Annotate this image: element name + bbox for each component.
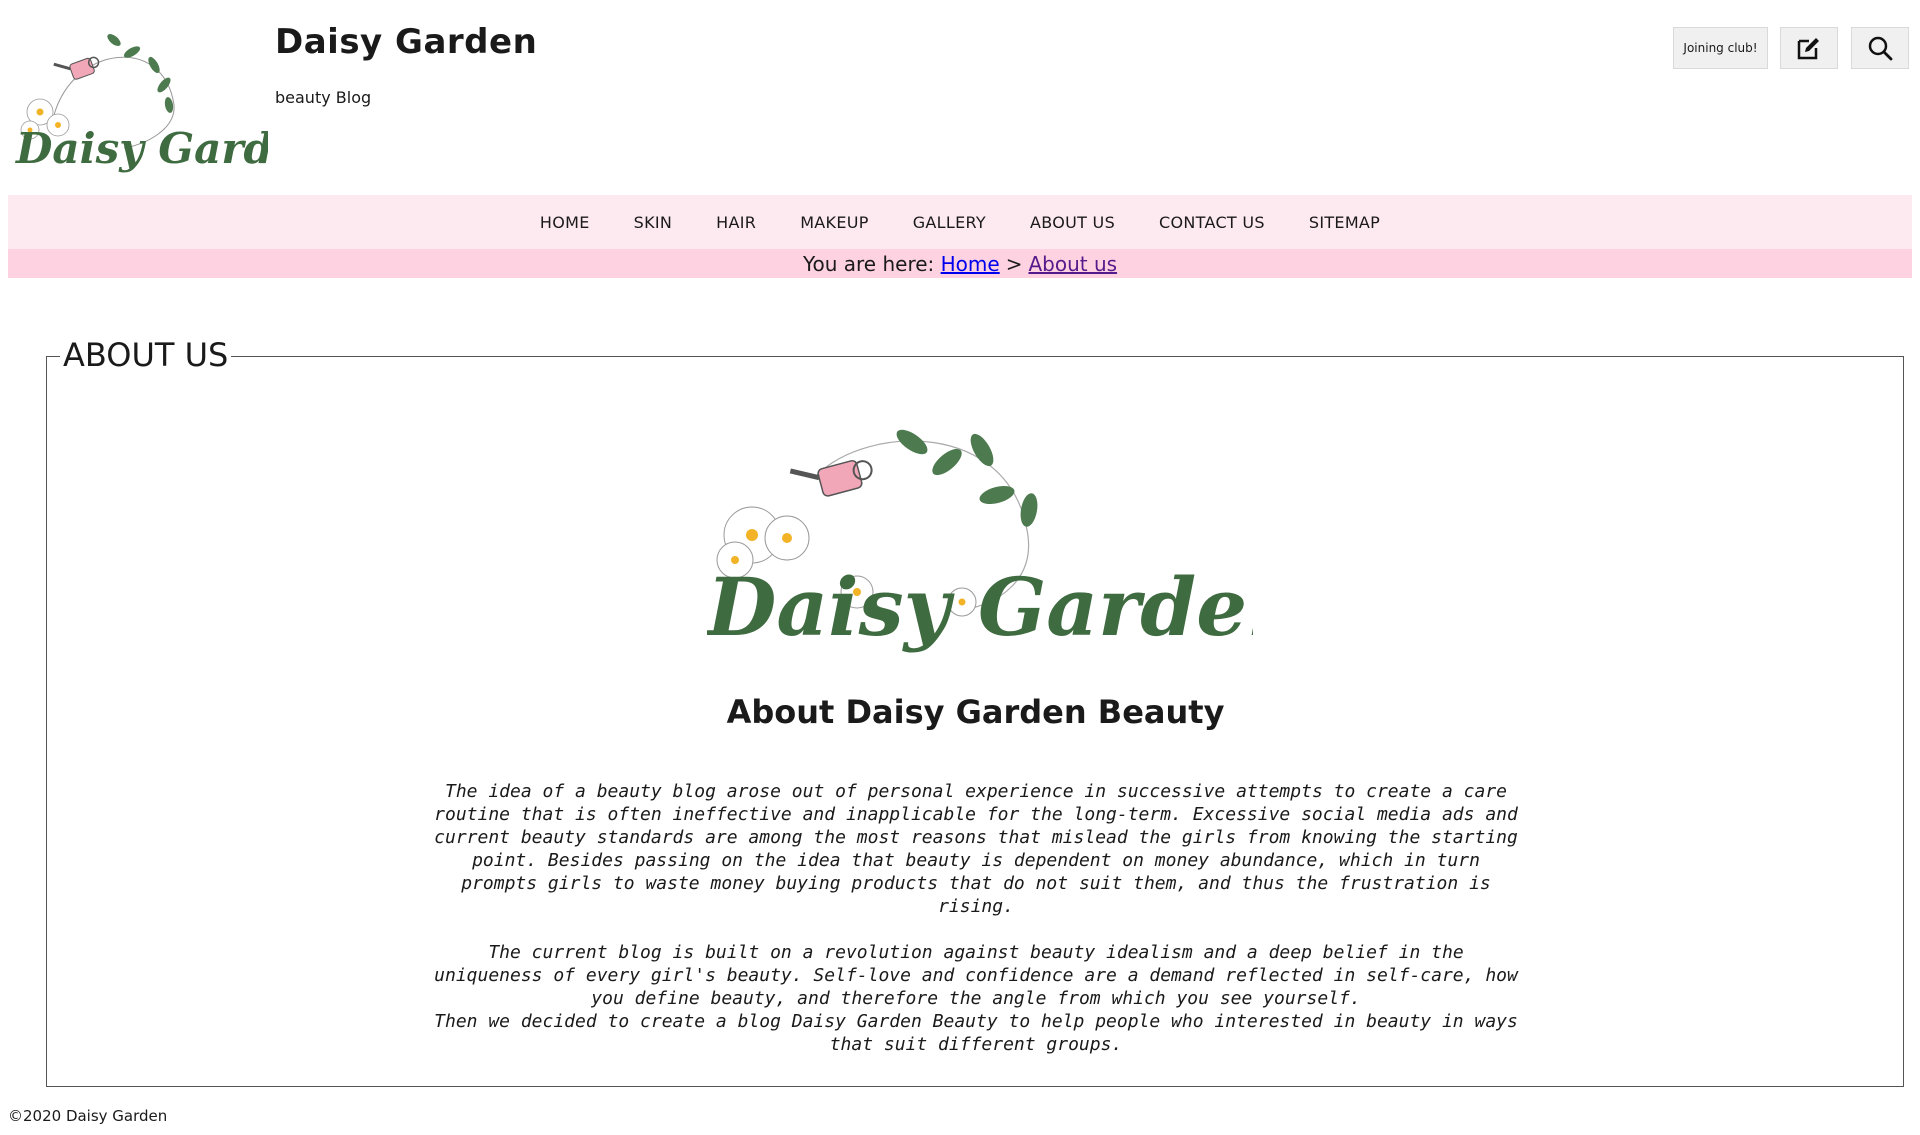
search-icon: [1868, 36, 1893, 61]
nav-item-skin[interactable]: SKIN: [612, 213, 695, 232]
logo-text: Daisy Garden: [15, 124, 268, 173]
nav-item-gallery[interactable]: GALLERY: [891, 213, 1008, 232]
about-paragraph-2: The current blog is built on a revolutio…: [434, 942, 1518, 1009]
main-nav: HOME SKIN HAIR MAKEUP GALLERY ABOUT US C…: [8, 195, 1912, 249]
nav-item-about-us[interactable]: ABOUT US: [1008, 213, 1137, 232]
about-paragraph-3: Then we decided to create a blog Daisy G…: [434, 1011, 1518, 1055]
about-text: The idea of a beauty blog arose out of p…: [430, 780, 1522, 1056]
breadcrumb: You are here: Home > About us: [8, 249, 1912, 278]
breadcrumb-current-link[interactable]: About us: [1028, 252, 1117, 276]
edit-icon: [1797, 38, 1819, 60]
site-logo[interactable]: Daisy Garden: [14, 30, 268, 180]
about-heading: About Daisy Garden Beauty: [726, 693, 1225, 731]
site-subtitle: beauty Blog: [275, 88, 372, 107]
nav-item-contact-us[interactable]: CONTACT US: [1137, 213, 1287, 232]
about-logo-text: Daisy Garden: [707, 560, 1253, 654]
site-header: Daisy Garden Daisy Garden beauty Blog Jo…: [0, 0, 1920, 195]
about-logo-image: Daisy Garden: [707, 429, 1253, 654]
nav-item-sitemap[interactable]: SITEMAP: [1287, 213, 1402, 232]
edit-button[interactable]: [1780, 27, 1838, 69]
breadcrumb-separator: >: [1005, 251, 1023, 276]
search-button[interactable]: [1851, 27, 1909, 69]
about-paragraph-1: The idea of a beauty blog arose out of p…: [434, 781, 1518, 917]
site-title[interactable]: Daisy Garden: [275, 22, 537, 62]
join-club-button[interactable]: Joining club!: [1673, 27, 1768, 69]
nav-item-hair[interactable]: HAIR: [694, 213, 778, 232]
breadcrumb-prefix: You are here:: [802, 251, 935, 276]
footer-copyright: ©2020 Daisy Garden: [8, 1107, 168, 1125]
nav-item-home[interactable]: HOME: [518, 213, 612, 232]
nav-item-makeup[interactable]: MAKEUP: [778, 213, 891, 232]
breadcrumb-home-link[interactable]: Home: [941, 252, 1000, 276]
about-section-legend: ABOUT US: [60, 336, 232, 374]
